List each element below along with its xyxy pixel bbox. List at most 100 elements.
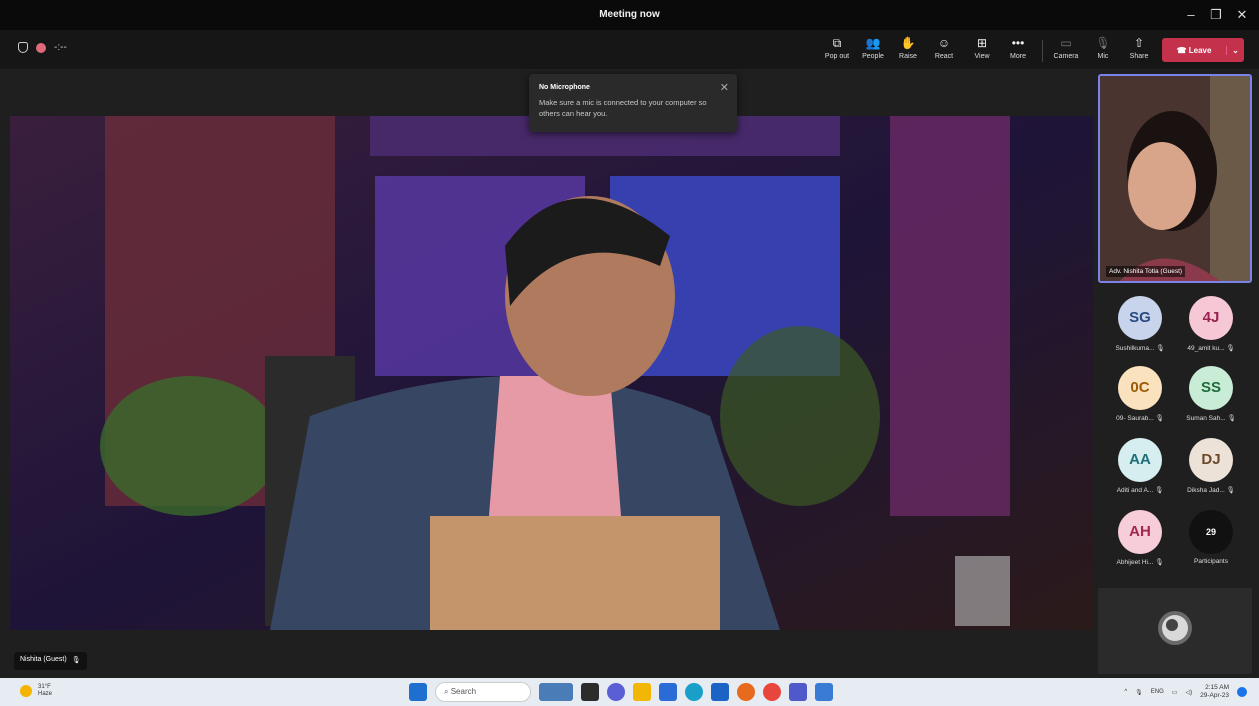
taskbar-search[interactable]: ⌕ Search xyxy=(435,682,531,702)
mic-off-icon: 🎙 xyxy=(1095,36,1111,50)
leave-button[interactable]: ☎ Leave ⌄ xyxy=(1162,38,1244,62)
participant-tile[interactable]: AH Abhijeet Hi... 🎙 xyxy=(1105,510,1175,566)
notification-body: Make sure a mic is connected to your com… xyxy=(539,98,707,118)
avatar: SS xyxy=(1189,366,1233,410)
minimize-button[interactable]: – xyxy=(1180,6,1202,24)
language-indicator[interactable]: ENG xyxy=(1151,689,1164,695)
secondary-video-tile[interactable] xyxy=(1098,588,1252,674)
pop-out-icon: ⧉ xyxy=(832,36,842,50)
participant-tile[interactable]: AA Aditi and A... 🎙 xyxy=(1105,438,1175,494)
chrome-icon[interactable] xyxy=(763,683,781,701)
notification-badge-icon[interactable] xyxy=(1237,687,1247,697)
firefox-icon[interactable] xyxy=(737,683,755,701)
task-view-icon[interactable] xyxy=(581,683,599,701)
camera-off-icon: ▭ xyxy=(1060,36,1072,50)
speaker-name: Nishita (Guest) xyxy=(20,656,67,663)
window-title: Meeting now xyxy=(599,9,660,20)
avatar: SG xyxy=(1118,296,1162,340)
outlook-icon[interactable] xyxy=(815,683,833,701)
avatar: 4J xyxy=(1189,296,1233,340)
hand-icon: ✋ xyxy=(900,36,916,50)
store-icon[interactable] xyxy=(659,683,677,701)
participant-name: 09- Saurab... 🎙 xyxy=(1116,415,1164,422)
participant-tile[interactable]: DJ Diksha Jad... 🎙 xyxy=(1176,438,1246,494)
search-label: Search xyxy=(450,687,477,696)
mic-button[interactable]: 🎙 Mic xyxy=(1086,36,1120,60)
share-button[interactable]: ⇧ Share xyxy=(1122,36,1156,60)
leave-text: Leave xyxy=(1188,45,1212,55)
people-icon: 👥 xyxy=(865,36,881,50)
participant-name: 49_amit ku... 🎙 xyxy=(1187,345,1235,352)
more-button[interactable]: ••• More xyxy=(1001,36,1035,60)
clock[interactable]: 2:15 AM 29-Apr-23 xyxy=(1200,684,1229,700)
chevron-up-icon[interactable]: ^ xyxy=(1124,689,1127,695)
self-video-tile[interactable]: Adv. Nishita Totla (Guest) xyxy=(1098,74,1252,283)
profile-picture xyxy=(1158,611,1192,645)
weather-temp: 31°F xyxy=(38,684,51,690)
dismiss-notification-close-icon[interactable]: ✕ xyxy=(720,81,729,94)
weather-widget[interactable]: 31°F Haze xyxy=(20,684,52,698)
file-explorer-icon[interactable] xyxy=(633,683,651,701)
chat-icon[interactable] xyxy=(607,683,625,701)
participant-name: Diksha Jad... 🎙 xyxy=(1187,487,1235,494)
more-label: More xyxy=(1010,53,1026,60)
participants-count-badge: 29 xyxy=(1189,510,1233,554)
leave-label[interactable]: ☎ Leave xyxy=(1162,46,1226,55)
windows-start-icon[interactable] xyxy=(409,683,427,701)
raise-hand-button[interactable]: ✋ Raise xyxy=(891,36,925,60)
widget-landscape-icon[interactable] xyxy=(539,683,573,701)
self-video-name: Adv. Nishita Totla (Guest) xyxy=(1106,266,1186,277)
system-tray: ^ 🎙 ENG ▭ ◁) 2:15 AM 29-Apr-23 xyxy=(1124,684,1247,700)
no-microphone-notification: No Microphone Make sure a mic is connect… xyxy=(529,74,737,132)
grid-icon: ⊞ xyxy=(976,36,988,50)
sun-icon xyxy=(20,685,32,697)
mic-tray-icon[interactable]: 🎙 xyxy=(1135,689,1143,696)
edge-icon[interactable] xyxy=(685,683,703,701)
windows-taskbar: 31°F Haze ⌕ Search ^ 🎙 ENG ▭ ◁) 2:15 AM … xyxy=(0,678,1259,706)
meeting-status: -:-- xyxy=(18,42,67,53)
volume-icon[interactable]: ◁) xyxy=(1185,689,1192,696)
people-button[interactable]: 👥 People xyxy=(856,36,890,60)
teams-icon[interactable] xyxy=(789,683,807,701)
avatar: 0C xyxy=(1118,366,1162,410)
pop-out-button[interactable]: ⧉ Pop out xyxy=(820,36,854,60)
mic-label: Mic xyxy=(1097,53,1109,60)
react-button[interactable]: ☺ React xyxy=(927,36,961,60)
meeting-timer: -:-- xyxy=(54,42,67,53)
participants-overflow-button[interactable]: 29 Participants xyxy=(1176,510,1246,565)
participant-name: Sushilkuma... 🎙 xyxy=(1115,345,1165,352)
participant-tile[interactable]: SG Sushilkuma... 🎙 xyxy=(1105,296,1175,352)
avatar: AA xyxy=(1118,438,1162,482)
participant-name: Suman Sah... 🎙 xyxy=(1186,415,1236,422)
view-button[interactable]: ⊞ View xyxy=(965,36,999,60)
recording-dot-icon xyxy=(36,42,46,53)
camera-button[interactable]: ▭ Camera xyxy=(1049,36,1083,60)
clock-date: 29-Apr-23 xyxy=(1200,692,1229,699)
self-video-frame xyxy=(1100,76,1250,281)
react-label: React xyxy=(934,53,954,60)
close-window-button[interactable]: ✕ xyxy=(1231,6,1253,24)
maximize-button[interactable]: ❐ xyxy=(1205,6,1227,24)
mail-icon[interactable] xyxy=(711,683,729,701)
share-label: Share xyxy=(1129,53,1149,60)
shared-video-frame xyxy=(10,116,1093,630)
meeting-toolbar: -:-- ⧉ Pop out 👥 People ✋ Raise ☺ React ⊞ Vie… xyxy=(0,30,1259,70)
network-icon[interactable]: ▭ xyxy=(1172,689,1178,696)
participant-name: Aditi and A... 🎙 xyxy=(1116,487,1164,494)
leave-options-chevron-icon[interactable]: ⌄ xyxy=(1226,45,1244,55)
participant-tile[interactable]: SS Suman Sah... 🎙 xyxy=(1176,366,1246,422)
people-label: People xyxy=(862,53,884,60)
clock-time: 2:15 AM xyxy=(1205,684,1229,691)
title-bar: Meeting now – ❐ ✕ xyxy=(0,0,1259,30)
toolbar-divider xyxy=(1042,40,1043,62)
mic-muted-icon: 🎙 xyxy=(71,657,81,664)
avatar: DJ xyxy=(1189,438,1233,482)
main-video-stage xyxy=(10,116,1093,630)
speaker-name-tag: Nishita (Guest) 🎙 xyxy=(14,652,87,670)
share-icon: ⇧ xyxy=(1133,36,1145,50)
smiley-icon: ☺ xyxy=(937,36,951,50)
raise-label: Raise xyxy=(899,53,917,60)
participant-tile[interactable]: 4J 49_amit ku... 🎙 xyxy=(1176,296,1246,352)
participant-tile[interactable]: 0C 09- Saurab... 🎙 xyxy=(1105,366,1175,422)
participants-label: Participants xyxy=(1194,558,1228,565)
